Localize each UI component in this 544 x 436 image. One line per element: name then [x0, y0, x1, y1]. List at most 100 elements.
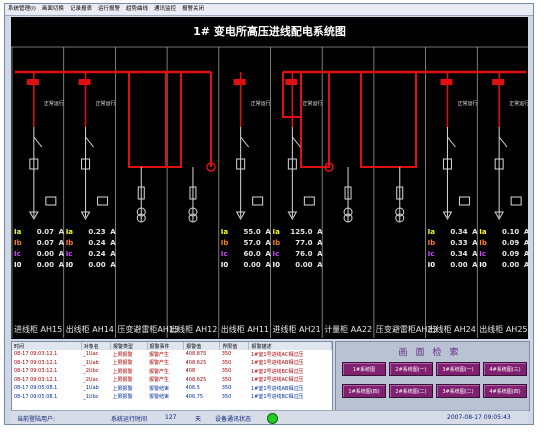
- phase-name: Ia: [220, 228, 229, 236]
- phase-name: I0: [65, 261, 74, 269]
- current-row: Ib 77.0 A: [273, 238, 323, 249]
- alarm-cell: 08-17 09:03:12.1: [14, 368, 58, 375]
- unit-label: A: [110, 239, 116, 247]
- alarm-cell: 08-17 09:03:12.1: [14, 376, 58, 383]
- disconnect-blade-icon: [240, 136, 250, 148]
- menu-item-3[interactable]: 运行报警: [95, 4, 123, 15]
- nav-button[interactable]: 4#系统图(三): [483, 362, 527, 376]
- screen-navigation-panel: 画面检索 1#系统图 2#系统图(一) 3#系统图(一) 4#系统图(三) 1#系统图(…: [335, 341, 530, 411]
- unit-label: A: [58, 250, 64, 258]
- current-row: I0 0.00 A: [273, 260, 323, 271]
- nav-panel-title: 画面检索: [398, 348, 467, 358]
- current-row: Ib 0.33 A: [428, 238, 478, 249]
- current-row: I0 0.00 A: [428, 260, 478, 271]
- alarm-cell: 1#室1号进线AC相过压: [250, 351, 304, 358]
- menu-item-5[interactable]: 通讯监控: [151, 4, 179, 15]
- alarm-cell: 408.875: [185, 351, 207, 358]
- nav-button[interactable]: 2#系统图(一): [389, 362, 433, 376]
- current-value: 60.0: [243, 250, 261, 258]
- alarm-cell: 08-17 09:03:12.1: [14, 351, 58, 358]
- unit-label: A: [523, 228, 530, 236]
- current-row: Ib 0.24 A: [66, 238, 116, 249]
- bus-tie-loop-4: [300, 72, 330, 168]
- cabinet-label: 出线柜 AH11: [220, 325, 270, 334]
- nav-button[interactable]: 3#系统图(二): [436, 384, 480, 398]
- alarm-cell: 350: [221, 359, 232, 366]
- current-row: I0 0.00 A: [66, 260, 116, 271]
- phase-name: I0: [220, 261, 229, 269]
- alarm-cell: 上限报警: [112, 351, 133, 358]
- alarm-column-header[interactable]: 报警值: [183, 342, 221, 350]
- unit-label: A: [58, 228, 64, 236]
- current-value: 0.07: [36, 228, 54, 236]
- current-row: Ic 0.00 A: [14, 249, 64, 260]
- current-value: 0.00: [36, 250, 54, 258]
- current-row: Ic 0.34 A: [428, 249, 478, 260]
- current-readings: Ia 0.34 A Ib 0.33 A Ic 0.34 A I0 0.00 A: [428, 227, 478, 271]
- alarm-column-header[interactable]: 报警类型: [110, 342, 148, 350]
- alarm-row[interactable]: 08-17 09:05:08.1 _1Uab 上限报警 报警结束 406.5 350 1#室…: [12, 384, 332, 393]
- alarm-cell: 350: [221, 385, 232, 392]
- phase-name: I0: [14, 261, 22, 269]
- alarm-cell: 1#室2号进线AC相过压: [250, 377, 304, 384]
- alarm-cell: 报警结束: [149, 385, 170, 392]
- current-readings: Ia 125.0 A Ib 77.0 A Ic 76.0 A I0 0.00 A: [273, 227, 323, 271]
- disconnect-blade-icon: [291, 136, 301, 148]
- diagram-graphics: 正常运行 正常运行 正常运行 正常运行 正常运行 正常运行: [11, 46, 528, 338]
- current-value: 76.0: [295, 250, 313, 258]
- alarm-cell: 1#室2号进线BC相过压: [250, 368, 304, 375]
- alarm-row[interactable]: 08-17 09:05:08.1 _1Ubc 上限报警 报警结束 406.75 350 1#…: [12, 393, 332, 402]
- menu-item-4[interactable]: 趋势曲线: [123, 4, 151, 15]
- current-readings: Ia 55.0 A Ib 57.0 A Ic 60.0 A I0 0.00 A: [221, 227, 271, 271]
- current-value: 0.00: [36, 261, 54, 269]
- breaker-status-light-icon: [492, 79, 505, 85]
- menu-item-0[interactable]: 系统管理(I): [5, 4, 39, 15]
- current-row: Ia 0.07 A: [14, 227, 64, 238]
- menu-item-6[interactable]: 报警关闭: [179, 4, 207, 15]
- unit-label: A: [265, 239, 271, 247]
- unit-label: A: [58, 239, 64, 247]
- single-line-diagram: 1# 变电所高压进线配电系统图 正常运行 正常运行 正常运行 正常运行 正常运行 正常运行…: [11, 17, 529, 339]
- alarm-column-header[interactable]: 对象名: [81, 342, 111, 350]
- phase-name: Ic: [14, 250, 21, 258]
- current-readings: Ia 0.07 A Ib 0.07 A Ic 0.00 A I0 0.00 A: [14, 227, 64, 271]
- current-value: 0.09: [502, 239, 520, 247]
- alarm-cell: _2Uac: [83, 376, 99, 383]
- alarm-column-header[interactable]: 界限值: [219, 342, 250, 350]
- alarm-cell: 406.5: [185, 385, 200, 392]
- phase-name: Ic: [65, 250, 73, 258]
- alarm-cell: 350: [221, 351, 232, 358]
- breaker-status-light-icon: [233, 79, 246, 85]
- alarm-column-header[interactable]: 报警事件: [147, 342, 185, 350]
- unit-label: A: [265, 228, 271, 236]
- datetime-display: 2007-08-17 09:05:43: [447, 414, 511, 421]
- nav-button[interactable]: 2#系统图(二): [389, 384, 433, 398]
- phase-name: Ia: [14, 228, 22, 236]
- alarm-row[interactable]: 08-17 09:03:12.1 _2Uac 上限报警 报警产生 408.625 350 1…: [12, 376, 332, 385]
- phase-name: Ib: [14, 239, 22, 247]
- alarm-column-header[interactable]: 报警描述: [248, 342, 332, 350]
- runtime-label: 系统运行时间: [111, 416, 148, 423]
- bus-tie-loop-2: [165, 72, 182, 168]
- alarm-row[interactable]: 08-17 09:03:12.1 _1Uab 上限报警 报警产生 408.625 350 1…: [12, 359, 332, 368]
- nav-button[interactable]: 3#系统图(一): [436, 362, 480, 376]
- nav-button[interactable]: 1#系统图: [342, 362, 386, 376]
- alarm-cell: 报警产生: [149, 368, 170, 375]
- current-value: 0.07: [36, 239, 54, 247]
- nav-button[interactable]: 1#系统图(四): [342, 384, 386, 398]
- nav-button[interactable]: 4#系统图(四): [483, 384, 527, 398]
- current-value: 0.00: [88, 261, 106, 269]
- menu-item-1[interactable]: 画面切换: [39, 4, 67, 15]
- alarm-cell: 1#室1号进线AB相过压: [250, 385, 304, 392]
- alarm-column-header[interactable]: 时间: [12, 342, 82, 350]
- current-user-label: 当前登陆用户:: [17, 416, 56, 423]
- status-bar: 当前登陆用户: 系统运行时间 127 天 设备通讯状态 2007-08-17 0…: [11, 410, 528, 424]
- alarm-row[interactable]: 08-17 09:03:12.1 _1Uac 上限报警 报警产生 408.875 350 1…: [12, 350, 332, 359]
- current-row: Ib 57.0 A: [221, 238, 271, 249]
- current-value: 0.00: [243, 261, 261, 269]
- current-value: 55.0: [243, 228, 261, 236]
- alarm-row[interactable]: 08-17 09:03:12.1 _2Ubc 上限报警 报警产生 408 350 1#室2号…: [12, 367, 332, 376]
- current-row: Ia 0.10 A: [479, 227, 529, 238]
- menu-item-2[interactable]: 记录报表: [67, 4, 95, 15]
- unit-label: A: [317, 228, 323, 236]
